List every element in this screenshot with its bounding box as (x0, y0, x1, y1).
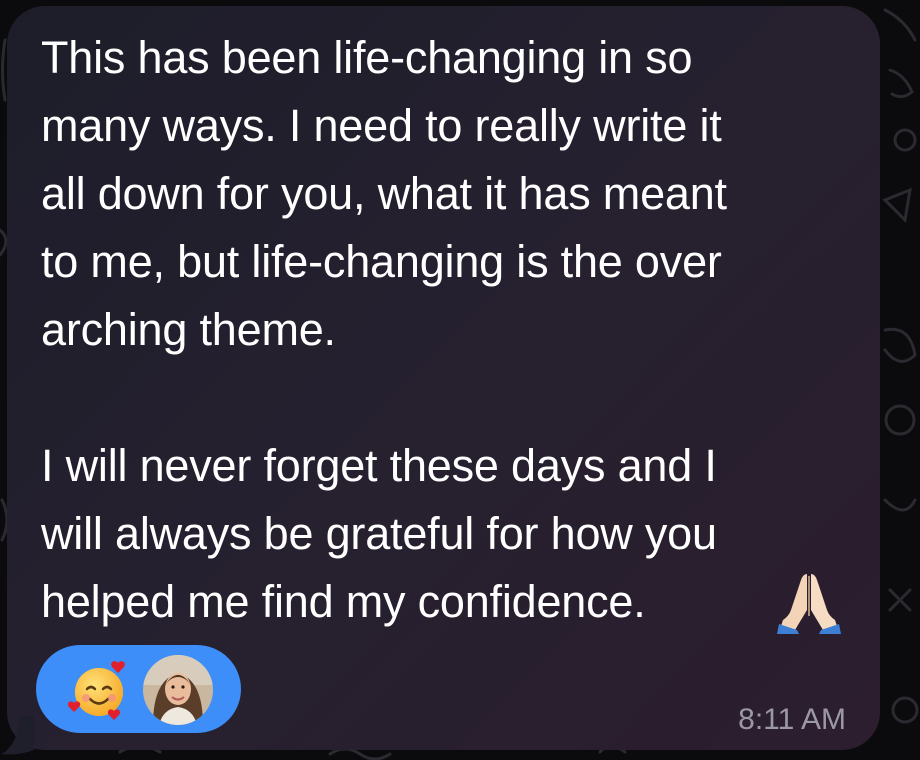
message-line-blank (41, 364, 861, 432)
avatar[interactable] (143, 655, 213, 725)
message-line: arching theme. (41, 304, 336, 355)
bubble-tail (2, 716, 34, 755)
message-line: helped me find my confidence. (41, 576, 646, 627)
message-line: many ways. I need to really write it (41, 100, 722, 151)
message-line: all down for you, what it has meant (41, 168, 727, 219)
folded-hands-icon (777, 574, 841, 634)
message-text: This has been life-changing in so many w… (41, 24, 861, 636)
message-line: This has been life-changing in so (41, 32, 693, 83)
reaction-pill[interactable] (36, 645, 241, 733)
message-timestamp: 8:11 AM (738, 703, 846, 736)
avatar-photo (143, 655, 213, 725)
message-line: to me, but life-changing is the over (41, 236, 722, 287)
message-line: will always be grateful for how you (41, 508, 717, 559)
smiling-face-with-hearts-icon (68, 661, 125, 720)
message-bubble[interactable]: This has been life-changing in so many w… (7, 6, 880, 750)
message-line: I will never forget these days and I (41, 440, 717, 491)
